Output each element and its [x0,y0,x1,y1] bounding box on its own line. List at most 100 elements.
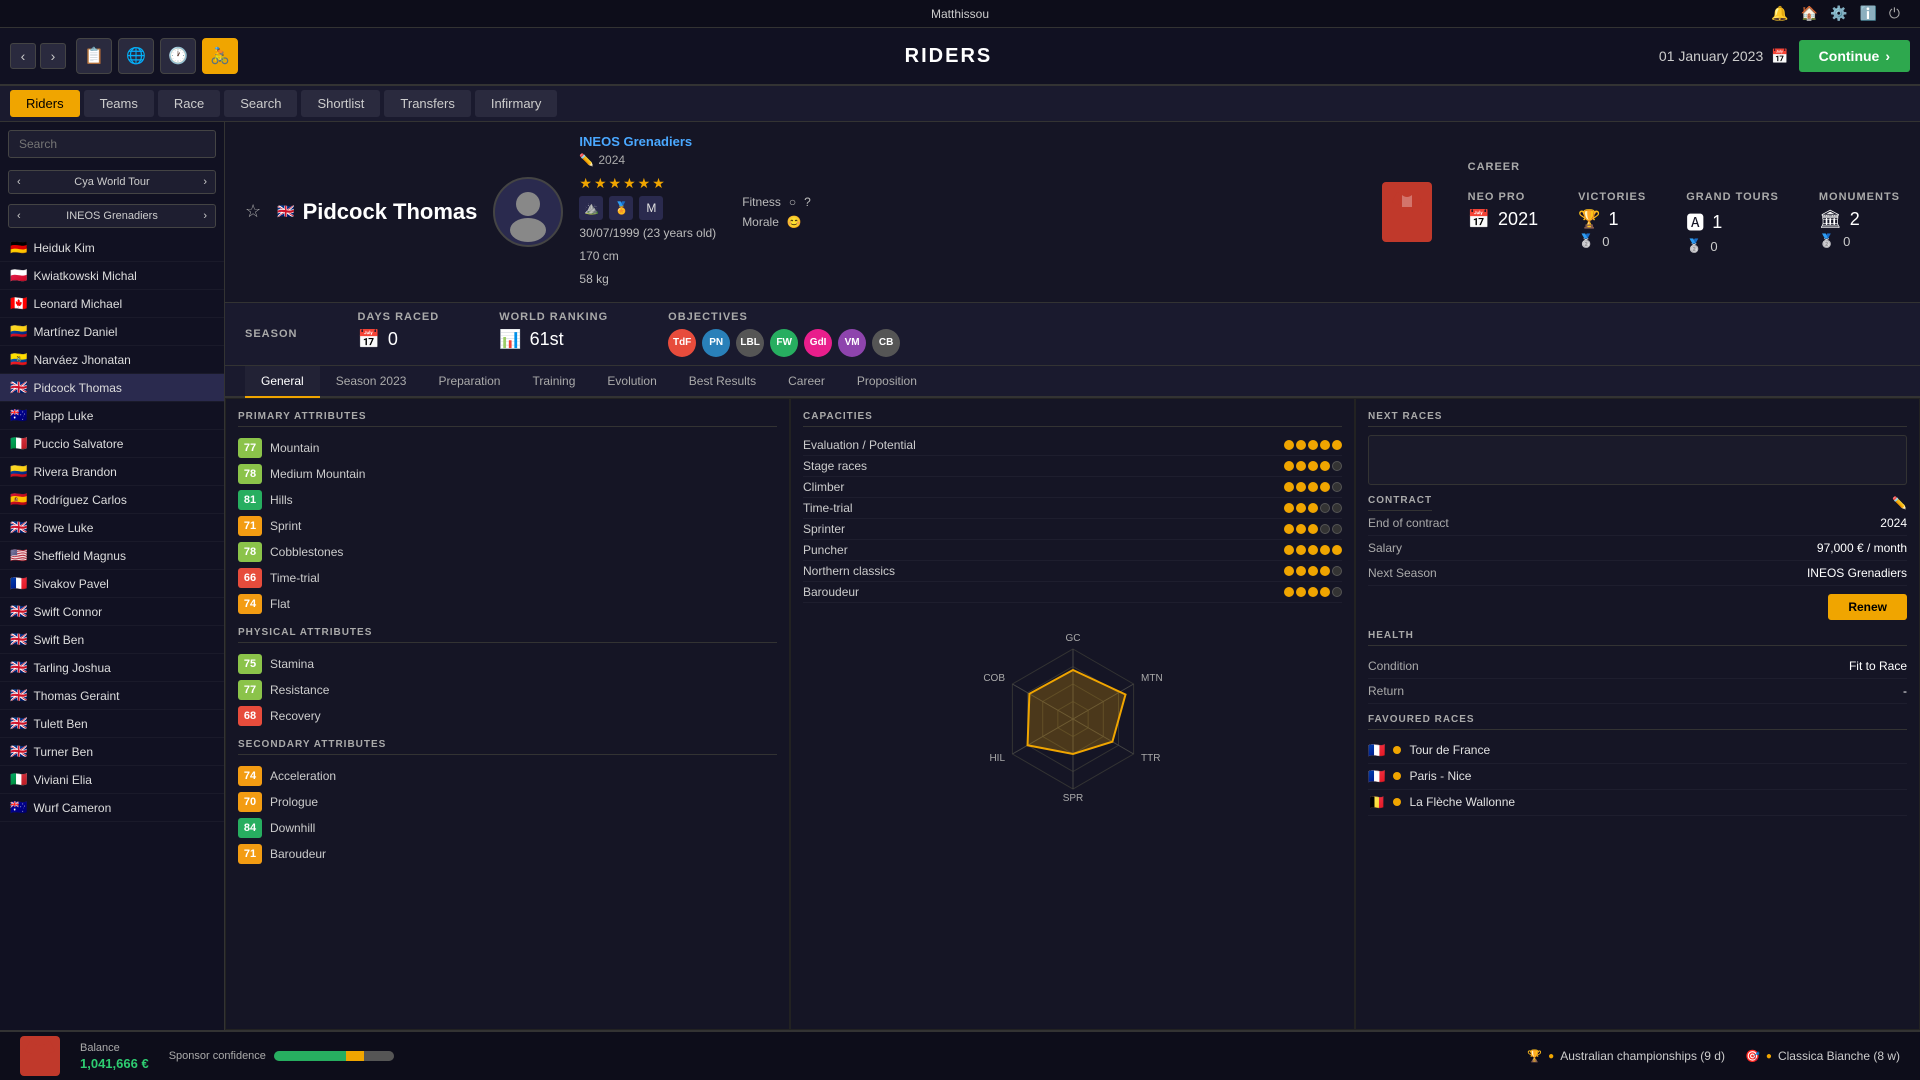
bell-icon[interactable]: 🔔 [1771,5,1788,22]
rider-list-item[interactable]: 🇪🇨Narváez Jhonatan [0,346,224,374]
dot-empty [1332,482,1342,492]
team-header-ineos[interactable]: ‹ INEOS Grenadiers › [8,204,216,228]
rider-weight: 58 kg [579,270,716,289]
rider-list: 🇩🇪Heiduk Kim🇵🇱Kwiatkowski Michal🇨🇦Leonar… [0,234,224,1030]
world-ranking-val: 📊 61st [499,329,608,350]
svg-text:GC: GC [1065,633,1080,644]
rider-team-link[interactable]: INEOS Grenadiers [579,134,716,149]
continue-button[interactable]: Continue › [1799,40,1910,72]
globe-icon[interactable]: 🌐 [118,38,154,74]
rider-list-item[interactable]: 🇪🇸Rodríguez Carlos [0,486,224,514]
rider-list-item[interactable]: 🇫🇷Sivakov Pavel [0,570,224,598]
team-arrow-right2: › [203,210,207,222]
calendar-icon[interactable]: 📅 [1771,48,1788,65]
renew-button[interactable]: Renew [1828,594,1907,620]
fav-race-dot [1393,746,1401,754]
morale-label: Morale [742,215,779,229]
days-raced-label: Days raced [357,311,439,323]
clock-icon[interactable]: 🕐 [160,38,196,74]
tab-transfers[interactable]: Transfers [384,90,470,117]
rider-list-item[interactable]: 🇮🇹Puccio Salvatore [0,430,224,458]
tab-teams[interactable]: Teams [84,90,154,117]
contract-title: CONTRACT [1368,495,1432,511]
attr-name: Hills [270,493,293,507]
rider-list-item[interactable]: 🇬🇧Tarling Joshua [0,654,224,682]
forward-button[interactable]: › [40,43,66,69]
rider-name: Puccio Salvatore [33,437,123,451]
podium-icon: 📊 [499,329,521,350]
cap-name: Climber [803,480,1284,494]
subtab-best-results[interactable]: Best Results [673,366,772,398]
salary-label: Salary [1368,541,1402,555]
tab-riders[interactable]: Riders [10,90,80,117]
rider-flag: 🇬🇧 [10,631,27,648]
rider-list-item[interactable]: 🇺🇸Sheffield Magnus [0,542,224,570]
edit-contract-icon[interactable]: ✏️ [1892,496,1907,510]
world-ranking-label: World Ranking [499,311,608,323]
rider-name: Tarling Joshua [33,661,110,675]
header-icons: 📋 🌐 🕐 🚴 [76,38,238,74]
rider-list-item[interactable]: 🇩🇪Heiduk Kim [0,234,224,262]
attr-row: 71 Baroudeur [238,841,777,867]
rider-list-item[interactable]: 🇬🇧Swift Ben [0,626,224,654]
rider-list-item[interactable]: 🇬🇧Turner Ben [0,738,224,766]
gt-gold: 🅰 1 [1686,209,1779,235]
rider-list-item[interactable]: 🇬🇧 Thomas Geraint [0,682,224,710]
rider-name: Thomas Geraint [33,689,119,703]
rider-list-item[interactable]: 🇵🇱Kwiatkowski Michal [0,262,224,290]
power-icon[interactable]: ⏻ [1889,5,1900,22]
rider-list-item[interactable]: 🇦🇺Plapp Luke [0,402,224,430]
subtab-evolution[interactable]: Evolution [591,366,672,398]
dot-filled [1332,440,1342,450]
attr-value: 74 [238,594,262,614]
rider-list-item[interactable]: 🇬🇧Tulett Ben [0,710,224,738]
rider-flag: 🇺🇸 [10,547,27,564]
dot-empty [1320,503,1330,513]
rider-list-item[interactable]: 🇦🇺Wurf Cameron [0,794,224,822]
home-icon[interactable]: 🏠 [1801,5,1818,22]
bike-icon[interactable]: 🚴 [202,38,238,74]
attr-row: 78 Cobblestones [238,539,777,565]
team-header-cya[interactable]: ‹ Cya World Tour › [8,170,216,194]
fitness-row: Fitness ○ ? [742,195,811,209]
tab-race[interactable]: Race [158,90,220,117]
subtab-proposition[interactable]: Proposition [841,366,933,398]
tab-search[interactable]: Search [224,90,297,117]
tab-shortlist[interactable]: Shortlist [301,90,380,117]
subtab-season[interactable]: Season 2023 [320,366,423,398]
attr-row: 75 Stamina [238,651,777,677]
obj-badge-6: VM [838,329,866,357]
star3: ★ [609,175,622,192]
rider-list-item[interactable]: 🇬🇧Rowe Luke [0,514,224,542]
team-arrow-left: ‹ [17,176,21,188]
info-icon[interactable]: ℹ️ [1859,5,1876,22]
rider-list-item[interactable]: 🇬🇧Swift Connor [0,598,224,626]
back-button[interactable]: ‹ [10,43,36,69]
briefcase-icon[interactable]: 📋 [76,38,112,74]
rider-list-item[interactable]: 🇨🇴Rivera Brandon [0,458,224,486]
rider-flag: 🇨🇴 [10,323,27,340]
rider-star-icon[interactable]: ☆ [245,201,261,222]
rider-list-item[interactable]: 🇬🇧Pidcock Thomas [0,374,224,402]
rider-list-item[interactable]: 🇨🇴Martínez Daniel [0,318,224,346]
content-area: ☆ 🇬🇧 Pidcock Thomas INEOS Grenadiers ✏️ … [225,122,1920,1030]
dot-filled [1308,524,1318,534]
cap-name: Sprinter [803,522,1284,536]
subtab-career[interactable]: Career [772,366,841,398]
main-area: ‹ Cya World Tour › ‹ INEOS Grenadiers › … [0,122,1920,1030]
contract-end-label: End of contract [1368,516,1449,530]
rider-flag: 🇬🇧 [10,687,27,704]
subtab-training[interactable]: Training [516,366,591,398]
search-input[interactable] [8,130,216,158]
subtab-general[interactable]: General [245,366,320,398]
gear-icon[interactable]: ⚙️ [1830,5,1847,22]
tab-infirmary[interactable]: Infirmary [475,90,558,117]
subtab-preparation[interactable]: Preparation [422,366,516,398]
fav-race-flag: 🇫🇷 [1368,768,1385,785]
rider-flag: 🇫🇷 [10,575,27,592]
attr-row: 71 Sprint [238,513,777,539]
dot-filled [1284,482,1294,492]
rider-list-item[interactable]: 🇮🇹Viviani Elia [0,766,224,794]
monuments-gold: 🏛 2 [1819,209,1900,230]
rider-list-item[interactable]: 🇨🇦Leonard Michael [0,290,224,318]
